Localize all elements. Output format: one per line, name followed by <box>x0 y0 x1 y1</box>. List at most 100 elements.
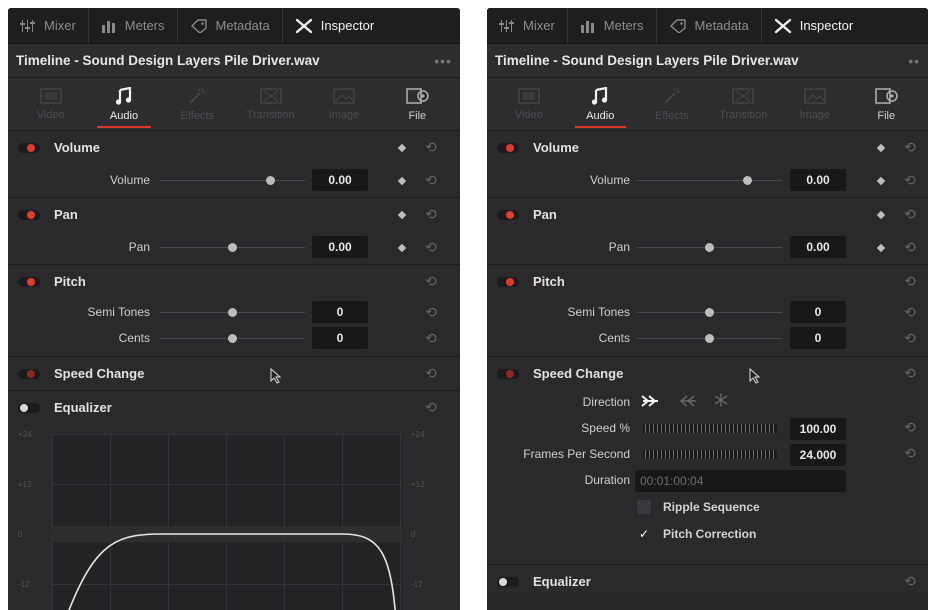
tab-video[interactable]: Video <box>14 78 87 130</box>
pitch-toggle[interactable] <box>497 276 519 287</box>
tab-file[interactable]: File <box>381 78 454 130</box>
keyframe-icon[interactable] <box>876 176 886 186</box>
volume-value[interactable]: 0.00 <box>312 169 368 191</box>
volume-slider[interactable] <box>160 180 305 181</box>
meters-tab[interactable]: Meters <box>89 8 178 43</box>
reset-icon[interactable]: ⟲ <box>425 366 437 380</box>
speed-dial[interactable] <box>637 420 783 437</box>
reset-icon[interactable]: ⟲ <box>904 420 916 434</box>
keyframe-icon[interactable] <box>397 210 407 220</box>
cents-value[interactable]: 0 <box>312 327 368 349</box>
keyframe-icon[interactable] <box>397 243 407 253</box>
mixer-tab[interactable]: Mixer <box>487 8 568 43</box>
pitch-toggle[interactable] <box>18 276 40 287</box>
reset-icon[interactable]: ⟲ <box>425 274 437 288</box>
meters-tab[interactable]: Meters <box>568 8 657 43</box>
volume-toggle[interactable] <box>18 142 40 153</box>
semi-tones-slider-knob[interactable] <box>705 308 714 317</box>
reset-icon[interactable]: ⟲ <box>425 400 437 414</box>
volume-slider-knob[interactable] <box>266 176 275 185</box>
reset-icon[interactable]: ⟲ <box>425 240 437 254</box>
reset-icon[interactable]: ⟲ <box>425 207 437 221</box>
equalizer-toggle[interactable] <box>497 576 519 587</box>
pan-label: Pan <box>608 240 630 254</box>
tab-file[interactable]: File <box>851 78 923 130</box>
more-options-icon[interactable]: ••• <box>434 53 452 69</box>
mixer-tab[interactable]: Mixer <box>8 8 89 43</box>
cents-slider-knob[interactable] <box>705 334 714 343</box>
eq-axis-label: 0 <box>18 530 23 539</box>
tab-effects[interactable]: Effects <box>636 78 708 130</box>
reset-icon[interactable]: ⟲ <box>425 331 437 345</box>
reset-icon[interactable]: ⟲ <box>904 173 916 187</box>
equalizer-graph[interactable]: +24 +12 0 -12 +24 +12 0 -12 <box>8 424 460 610</box>
tab-audio[interactable]: Audio <box>87 78 160 130</box>
reset-icon[interactable]: ⟲ <box>904 140 916 154</box>
keyframe-icon[interactable] <box>397 143 407 153</box>
keyframe-icon[interactable] <box>876 143 886 153</box>
volume-toggle[interactable] <box>497 142 519 153</box>
pan-slider-knob[interactable] <box>228 243 237 252</box>
reset-icon[interactable]: ⟲ <box>425 305 437 319</box>
volume-value[interactable]: 0.00 <box>790 169 846 191</box>
forward-direction-icon[interactable] <box>640 393 662 409</box>
ripple-sequence-checkbox[interactable] <box>637 500 651 514</box>
fps-value[interactable]: 24.000 <box>790 444 846 466</box>
mixer-label: Mixer <box>44 18 76 33</box>
inspector-tab[interactable]: Inspector <box>762 8 853 43</box>
speed-value[interactable]: 100.00 <box>790 418 846 440</box>
semi-tones-value[interactable]: 0 <box>312 301 368 323</box>
volume-slider[interactable] <box>637 180 782 181</box>
cents-slider-knob[interactable] <box>228 334 237 343</box>
tab-image[interactable]: Image <box>307 78 380 130</box>
tab-image[interactable]: Image <box>779 78 851 130</box>
tab-transition[interactable]: Transition <box>708 78 780 130</box>
meters-icon <box>580 20 594 33</box>
speed-change-toggle[interactable] <box>18 368 40 379</box>
tab-video[interactable]: Video <box>493 78 565 130</box>
metadata-tab[interactable]: Metadata <box>657 8 762 43</box>
volume-label: Volume <box>589 173 630 187</box>
metadata-tab[interactable]: Metadata <box>178 8 283 43</box>
reset-icon[interactable]: ⟲ <box>425 140 437 154</box>
freeze-frame-icon[interactable] <box>713 392 729 408</box>
pan-value[interactable]: 0.00 <box>312 236 368 258</box>
speed-change-toggle[interactable] <box>497 368 519 379</box>
pan-toggle[interactable] <box>18 209 40 220</box>
cents-value[interactable]: 0 <box>790 327 846 349</box>
meters-icon <box>101 20 115 33</box>
reset-icon[interactable]: ⟲ <box>904 207 916 221</box>
tab-effects[interactable]: Effects <box>161 78 234 130</box>
pan-value[interactable]: 0.00 <box>790 236 846 258</box>
reset-icon[interactable]: ⟲ <box>904 240 916 254</box>
keyframe-icon[interactable] <box>397 176 407 186</box>
duration-value[interactable]: 00:01:00:04 <box>635 470 846 492</box>
reset-icon[interactable]: ⟲ <box>904 574 916 588</box>
cents-label: Cents <box>598 331 630 345</box>
pan-toggle[interactable] <box>497 209 519 220</box>
reverse-direction-icon[interactable] <box>677 393 699 409</box>
tab-audio[interactable]: Audio <box>565 78 637 130</box>
pitch-correction-checkbox[interactable]: ✓ <box>637 527 651 541</box>
video-icon <box>518 87 540 104</box>
keyframe-icon[interactable] <box>876 210 886 220</box>
semi-tones-value[interactable]: 0 <box>790 301 846 323</box>
reset-icon[interactable]: ⟲ <box>904 274 916 288</box>
reset-icon[interactable]: ⟲ <box>904 366 916 380</box>
equalizer-toggle[interactable] <box>18 402 40 413</box>
inspector-tab[interactable]: Inspector <box>283 8 386 43</box>
fps-dial[interactable] <box>637 446 783 463</box>
speed-change-title[interactable]: Speed Change <box>533 366 623 381</box>
reset-icon[interactable]: ⟲ <box>904 331 916 345</box>
keyframe-icon[interactable] <box>876 243 886 253</box>
reset-icon[interactable]: ⟲ <box>904 305 916 319</box>
reset-icon[interactable]: ⟲ <box>425 173 437 187</box>
more-options-icon[interactable]: •• <box>908 53 920 69</box>
speed-change-title[interactable]: Speed Change <box>54 366 144 381</box>
tab-transition[interactable]: Transition <box>234 78 307 130</box>
music-note-icon <box>592 86 608 105</box>
volume-slider-knob[interactable] <box>743 176 752 185</box>
pan-slider-knob[interactable] <box>705 243 714 252</box>
reset-icon[interactable]: ⟲ <box>904 446 916 460</box>
semi-tones-slider-knob[interactable] <box>228 308 237 317</box>
